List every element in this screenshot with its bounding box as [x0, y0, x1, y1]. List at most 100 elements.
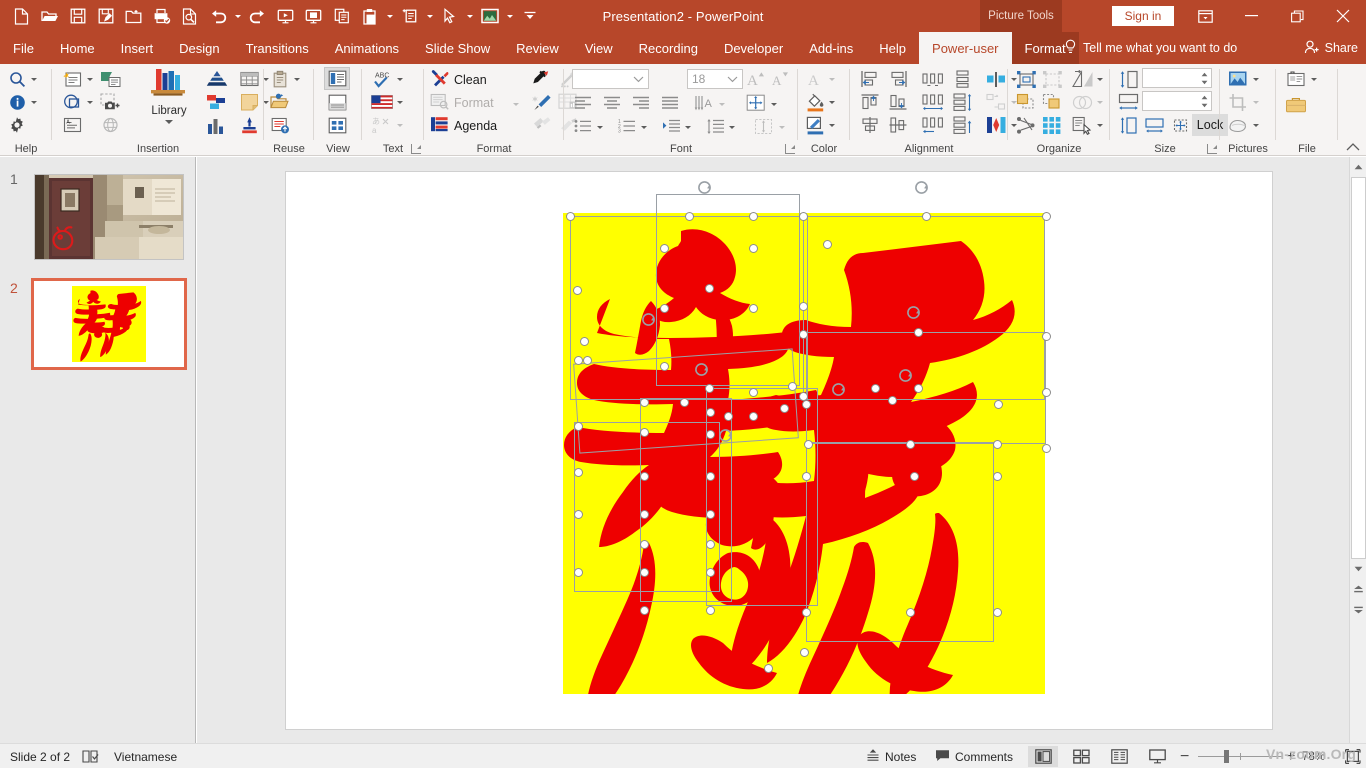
insert-stamp-icon[interactable] [238, 114, 260, 136]
slide-2-preview[interactable] [31, 278, 187, 370]
paste-icon[interactable] [356, 2, 383, 30]
resize-handle[interactable] [888, 396, 897, 405]
resize-handle[interactable] [706, 472, 715, 481]
bullet-list-dropdown-icon[interactable] [594, 116, 605, 138]
resize-handle[interactable] [749, 244, 758, 253]
align-left-icon[interactable] [572, 93, 594, 113]
resize-handle[interactable] [640, 398, 649, 407]
resize-handle[interactable] [680, 398, 689, 407]
resize-handle[interactable] [914, 384, 923, 393]
fill-color-dropdown-icon[interactable] [826, 91, 837, 113]
minimize-icon[interactable] [1228, 0, 1274, 32]
vertical-align-icon[interactable] [752, 116, 776, 136]
rotation-handle[interactable] [831, 382, 846, 397]
tab-add-ins[interactable]: Add-ins [796, 32, 866, 64]
undo-icon[interactable] [204, 2, 231, 30]
scroll-up-icon[interactable] [1351, 159, 1366, 175]
resize-handle[interactable] [780, 404, 789, 413]
resize-handle[interactable] [724, 412, 733, 421]
resize-handle[interactable] [574, 510, 583, 519]
resize-handle[interactable] [1042, 212, 1051, 221]
height-decrease-icon[interactable] [1200, 78, 1209, 86]
quick-print-icon[interactable] [148, 2, 175, 30]
slide-canvas[interactable] [285, 171, 1273, 730]
paste-dropdown-icon[interactable] [384, 2, 395, 30]
bring-to-front-icon[interactable] [1014, 91, 1038, 113]
insert-process-flow-icon[interactable] [204, 91, 230, 113]
send-to-back-icon[interactable] [1040, 91, 1064, 113]
scroll-down-icon[interactable] [1351, 561, 1366, 577]
restore-icon[interactable] [1274, 0, 1320, 32]
insert-table-icon[interactable] [238, 68, 260, 90]
line-spacing-icon[interactable] [704, 116, 726, 136]
file-properties-dropdown-icon[interactable] [1308, 68, 1319, 90]
height-spinner[interactable] [1142, 68, 1212, 88]
tab-recording[interactable]: Recording [626, 32, 711, 64]
font-size-combo[interactable]: 18 [687, 69, 743, 89]
rotation-handle[interactable] [718, 428, 733, 443]
resize-handle[interactable] [640, 472, 649, 481]
height-increase-icon[interactable] [1200, 70, 1209, 78]
tab-slide-show[interactable]: Slide Show [412, 32, 503, 64]
library-button[interactable]: Library [140, 66, 198, 124]
merge-shapes-icon[interactable] [1070, 91, 1094, 113]
ungroup-objects-icon[interactable] [1040, 68, 1064, 90]
save-as-icon[interactable] [92, 2, 119, 30]
about-info-icon[interactable] [6, 91, 28, 113]
font-color-dropdown-icon[interactable] [826, 68, 837, 90]
numbered-list-dropdown-icon[interactable] [638, 116, 649, 138]
resize-handle[interactable] [705, 284, 714, 293]
resize-handle[interactable] [764, 664, 773, 673]
redo-icon[interactable] [244, 2, 271, 30]
remove-background-dropdown-icon[interactable] [1250, 114, 1261, 136]
resize-handle[interactable] [706, 510, 715, 519]
resize-handle[interactable] [749, 412, 758, 421]
align-justify-icon[interactable] [659, 93, 681, 113]
color-picker-eyedropper-icon[interactable] [530, 68, 554, 90]
tab-transitions[interactable]: Transitions [233, 32, 322, 64]
rotation-handle[interactable] [697, 180, 712, 195]
resize-handle[interactable] [799, 212, 808, 221]
reuse-clipboard-icon[interactable] [269, 68, 291, 90]
resize-handle[interactable] [1042, 444, 1051, 453]
distribute-horizontal-spacing-icon[interactable] [920, 91, 946, 113]
close-icon[interactable] [1320, 0, 1366, 32]
resize-handle[interactable] [574, 422, 583, 431]
font-name-combo[interactable] [572, 69, 649, 89]
rotation-handle[interactable] [906, 305, 921, 320]
format-button[interactable]: Format [430, 93, 494, 113]
tab-help[interactable]: Help [866, 32, 919, 64]
resize-handle[interactable] [574, 356, 583, 365]
view-slide-sorter-button[interactable] [324, 114, 350, 136]
resize-handle[interactable] [910, 472, 919, 481]
vertical-scroll-thumb[interactable] [1351, 177, 1366, 559]
clear-formatting-brush-icon[interactable] [530, 114, 554, 136]
center-on-slide-icon[interactable] [984, 68, 1008, 90]
rotate-dropdown-icon[interactable] [1094, 68, 1105, 90]
insert-text-box-icon[interactable]: A [60, 114, 84, 136]
briefcase-icon[interactable] [1284, 94, 1308, 116]
resize-handle[interactable] [640, 606, 649, 615]
duplic ate-select-icon[interactable] [1070, 114, 1094, 136]
tab-animations[interactable]: Animations [322, 32, 412, 64]
previous-slide-icon[interactable] [1351, 581, 1366, 597]
reading-view-icon[interactable] [1104, 746, 1134, 767]
font-color-icon[interactable]: A [804, 68, 826, 90]
rotation-handle[interactable] [641, 312, 656, 327]
insert-shape-icon[interactable] [60, 91, 84, 113]
resize-handle[interactable] [922, 212, 931, 221]
align-objects-left-icon[interactable] [858, 68, 882, 90]
resize-handle[interactable] [749, 304, 758, 313]
width-decrease-icon[interactable] [1200, 101, 1209, 109]
grid-matrix-icon[interactable] [1040, 114, 1064, 136]
shrink-horizontal-gap-icon[interactable] [920, 114, 946, 136]
resize-handle[interactable] [994, 400, 1003, 409]
picture-dropdown-icon[interactable] [504, 2, 515, 30]
resize-handle[interactable] [705, 384, 714, 393]
shrink-vertical-gap-icon[interactable] [950, 114, 976, 136]
resize-handle[interactable] [799, 330, 808, 339]
notes-button[interactable]: Notes [866, 744, 916, 768]
resize-handle[interactable] [685, 212, 694, 221]
apply-style-brush-icon[interactable] [530, 91, 554, 113]
tab-design[interactable]: Design [166, 32, 232, 64]
